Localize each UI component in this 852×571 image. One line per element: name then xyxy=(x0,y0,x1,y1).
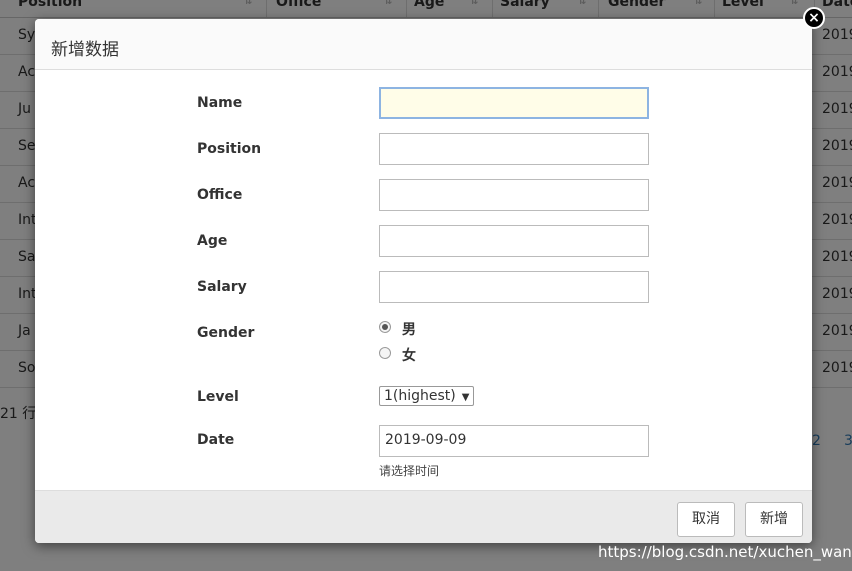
date-label: Date xyxy=(197,432,235,448)
dialog-body: Name Position Office Age Salary Gender 男… xyxy=(35,70,812,491)
name-field[interactable] xyxy=(379,87,649,119)
dropdown-arrow-icon: ▼ xyxy=(461,392,470,403)
gender-male-radio[interactable] xyxy=(379,321,391,333)
date-field[interactable]: 2019-09-09 xyxy=(379,425,649,457)
close-icon[interactable]: × xyxy=(803,7,825,29)
level-select-value: 1(highest) xyxy=(384,388,456,404)
age-field[interactable] xyxy=(379,225,649,257)
position-field[interactable] xyxy=(379,133,649,165)
office-label: Office xyxy=(197,187,243,203)
watermark: https://blog.csdn.net/xuchen_wang xyxy=(598,543,852,561)
add-data-dialog: 新增数据 Name Position Office Age Salary Gen… xyxy=(35,19,812,543)
level-select[interactable]: 1(highest) ▼ xyxy=(379,386,475,406)
age-label: Age xyxy=(197,233,228,249)
salary-label: Salary xyxy=(197,279,247,295)
dialog-header: 新增数据 xyxy=(35,19,812,70)
gender-label: Gender xyxy=(197,325,255,341)
dialog-title: 新增数据 xyxy=(51,40,119,60)
gender-female-radio[interactable] xyxy=(379,347,391,359)
gender-male-label[interactable]: 男 xyxy=(402,319,416,339)
date-help-text: 请选择时间 xyxy=(379,464,440,478)
salary-field[interactable] xyxy=(379,271,649,303)
cancel-button[interactable]: 取消 xyxy=(677,502,735,537)
position-label: Position xyxy=(197,141,262,157)
office-field[interactable] xyxy=(379,179,649,211)
name-label: Name xyxy=(197,95,243,111)
submit-button[interactable]: 新增 xyxy=(745,502,803,537)
gender-female-label[interactable]: 女 xyxy=(402,345,416,365)
level-label: Level xyxy=(197,389,239,405)
